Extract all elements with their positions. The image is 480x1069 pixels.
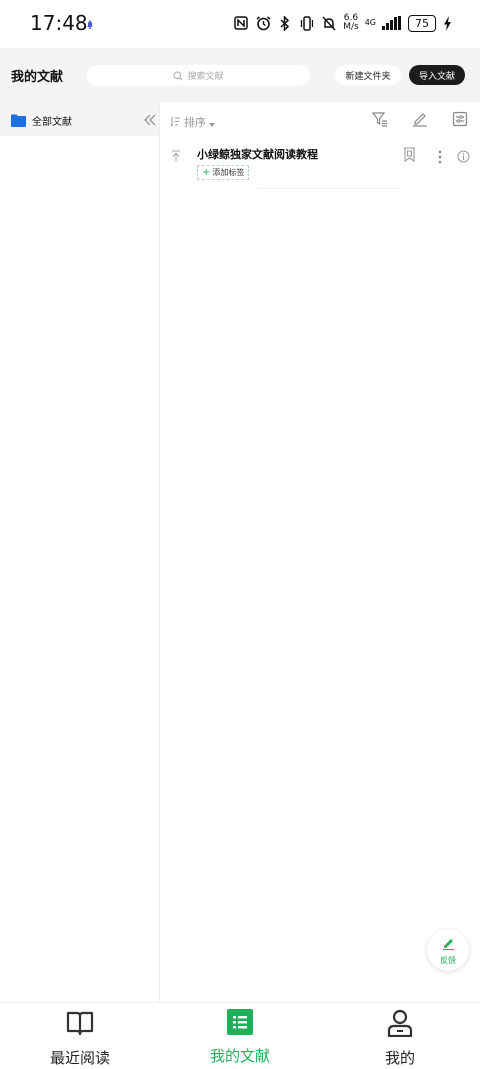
plus-icon: + bbox=[202, 167, 211, 178]
sort-label: 排序 bbox=[184, 115, 206, 129]
feedback-label: 反馈 bbox=[440, 955, 456, 965]
nav-label-me: 我的 bbox=[384, 1049, 415, 1067]
import-button[interactable]: 导入文献 bbox=[409, 65, 465, 85]
nav-item-recent[interactable]: 最近阅读 bbox=[20, 1009, 140, 1069]
search-placeholder: 搜索文献 bbox=[187, 72, 224, 82]
book-icon bbox=[66, 1009, 94, 1041]
edit-icon[interactable] bbox=[412, 111, 428, 127]
search-input[interactable]: 搜索文献 bbox=[87, 65, 310, 86]
header: 我的文献 搜索文献 新建文件夹 导入文献 bbox=[0, 48, 480, 102]
add-tag-button[interactable]: + 添加标签 bbox=[197, 165, 250, 180]
alarm-icon bbox=[255, 15, 271, 31]
charging-icon bbox=[442, 15, 452, 31]
folder-icon bbox=[11, 112, 26, 131]
settings-icon[interactable] bbox=[452, 111, 468, 127]
add-tag-label: 添加标签 bbox=[212, 168, 245, 177]
signal-icon bbox=[382, 15, 402, 31]
nfc-icon bbox=[233, 15, 249, 31]
document-row[interactable]: 小绿鲸独家文献阅读教程 + 添加标签 bbox=[160, 140, 480, 190]
new-folder-button[interactable]: 新建文件夹 bbox=[335, 65, 401, 85]
pen-icon bbox=[442, 935, 455, 954]
double-chevron-left-icon bbox=[144, 111, 156, 130]
folder-item-all[interactable]: 全部文献 bbox=[0, 102, 159, 136]
row-divider bbox=[257, 188, 400, 189]
sort-button[interactable]: 排序 bbox=[170, 112, 215, 131]
document-toolbar: 排序 bbox=[160, 102, 480, 136]
mute-icon bbox=[321, 15, 337, 31]
nav-item-me[interactable]: 我的 bbox=[340, 1009, 460, 1069]
vibrate-icon bbox=[299, 15, 315, 31]
status-bar: 17:48 6.6 M/s 4G 75 bbox=[0, 0, 480, 48]
status-icons: 6.6 M/s 4G 75 bbox=[233, 14, 452, 32]
more-icon[interactable] bbox=[438, 149, 442, 168]
network-type: 4G bbox=[364, 18, 376, 27]
info-icon[interactable] bbox=[457, 148, 470, 167]
list-icon bbox=[227, 1009, 253, 1039]
filter-icon[interactable] bbox=[371, 111, 388, 127]
nav-label-my-docs: 我的文献 bbox=[209, 1047, 270, 1065]
pin-top-icon[interactable] bbox=[171, 147, 181, 166]
search-icon bbox=[173, 66, 184, 85]
person-icon bbox=[387, 1009, 413, 1041]
folder-sidebar: 全部文献 bbox=[0, 102, 160, 1002]
nav-label-recent: 最近阅读 bbox=[49, 1049, 110, 1067]
network-speed: 6.6 M/s bbox=[343, 13, 359, 32]
bottom-nav: 最近阅读 我的文献 我的 bbox=[0, 1002, 480, 1069]
collapse-sidebar-button[interactable] bbox=[140, 110, 160, 130]
document-title[interactable]: 小绿鲸独家文献阅读教程 bbox=[197, 146, 318, 162]
folder-label: 全部文献 bbox=[32, 117, 72, 128]
feedback-button[interactable]: 反馈 bbox=[427, 929, 469, 971]
page-title: 我的文献 bbox=[11, 70, 64, 85]
notification-icon bbox=[86, 20, 94, 32]
caret-down-icon bbox=[209, 112, 215, 131]
bluetooth-icon bbox=[277, 15, 293, 31]
sort-icon bbox=[170, 112, 181, 131]
status-time: 17:48 bbox=[30, 11, 88, 35]
battery-icon: 75 bbox=[408, 14, 436, 32]
nav-item-my-docs[interactable]: 我的文献 bbox=[180, 1009, 300, 1069]
bookmark-icon[interactable] bbox=[403, 147, 416, 166]
